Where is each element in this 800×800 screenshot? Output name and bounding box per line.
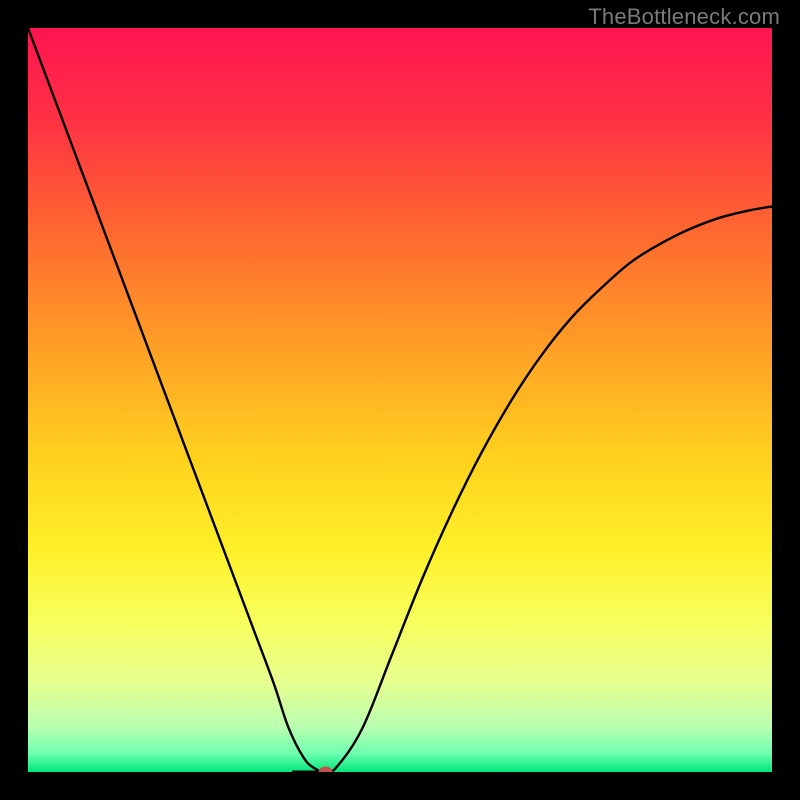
gradient-background xyxy=(28,28,772,772)
plot-area xyxy=(28,28,772,772)
chart-frame: TheBottleneck.com xyxy=(0,0,800,800)
bottleneck-chart xyxy=(28,28,772,772)
watermark-text: TheBottleneck.com xyxy=(588,4,780,30)
